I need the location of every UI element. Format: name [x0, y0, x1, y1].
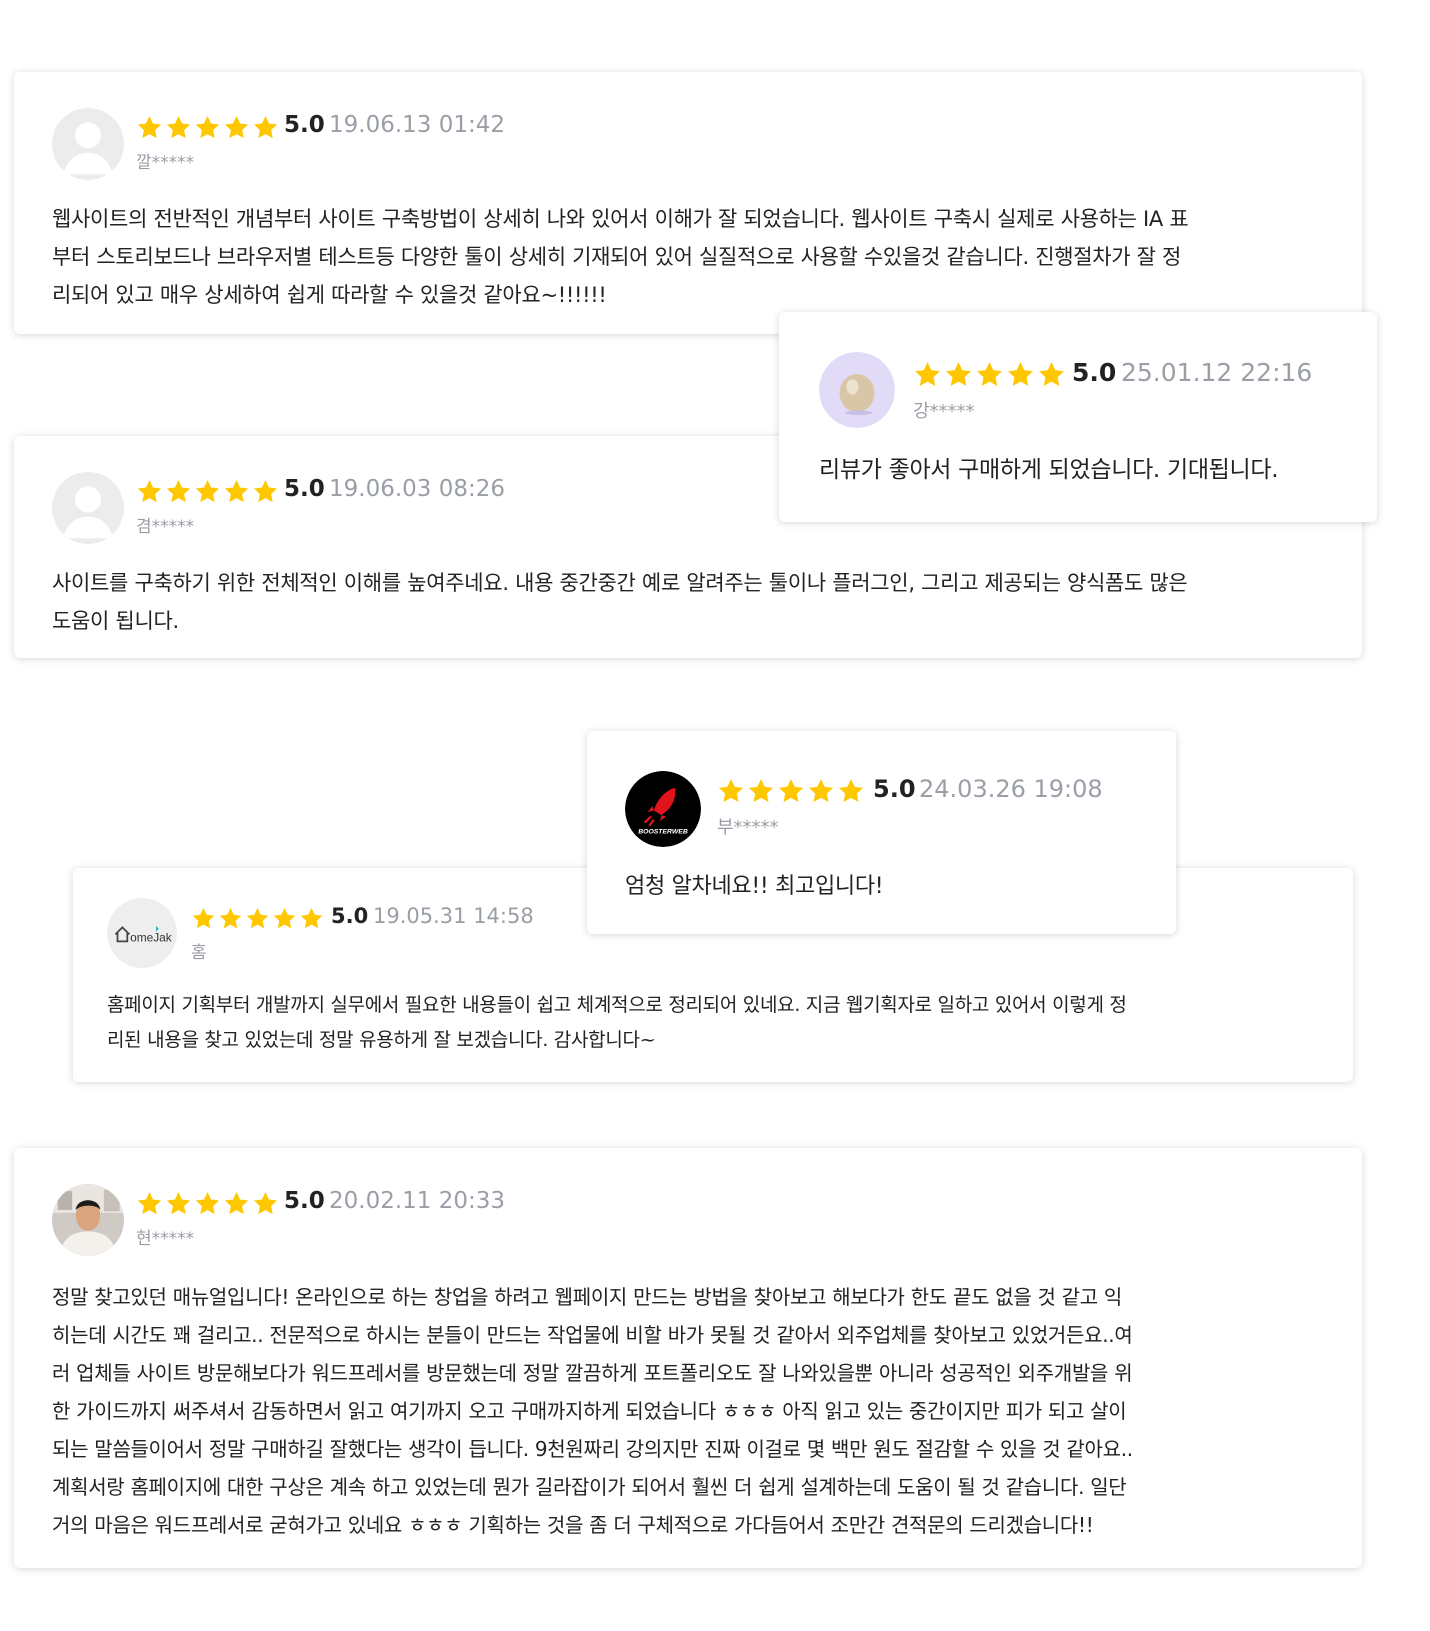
logo-text: omeJak: [130, 930, 172, 944]
star-rating: [913, 360, 1066, 389]
review-line: 리뷰가 좋아서 구매하게 되었습니다. 기대됩니다.: [819, 457, 1279, 483]
review-line: 한 가이드까지 써주셔서 감동하면서 읽고 여기까지 오고 구매까지하게 되었습…: [52, 1399, 1127, 1423]
review-date: 19.05.31 14:58: [373, 904, 534, 928]
star-icon: [136, 478, 163, 505]
avatar: omeJak: [107, 898, 177, 968]
star-icon: [1037, 360, 1066, 389]
review-line: 도움이 됩니다.: [52, 609, 179, 633]
star-icon: [194, 1190, 221, 1217]
star-icon: [944, 360, 973, 389]
default-avatar-icon: [52, 108, 124, 180]
avatar: [819, 352, 895, 428]
rating-score: 5.0: [284, 476, 325, 502]
review-line: 히는데 시간도 꽤 걸리고.. 전문적으로 하시는 분들이 만드는 작업물에 비…: [52, 1323, 1133, 1347]
review-text: 엄청 알차네요!! 최고입니다!: [625, 869, 884, 905]
star-icon: [223, 1190, 250, 1217]
review-card: 5.0 25.01.12 22:16 강***** 리뷰가 좋아서 구매하게 되…: [779, 312, 1377, 522]
star-icon: [807, 777, 835, 805]
review-card: BOOSTERWEB 5.0 24.03.26 19:08 부***** 엄청 …: [587, 731, 1176, 934]
rating-score: 5.0: [284, 1188, 325, 1214]
review-card: 5.0 19.06.13 01:42 깔***** 웹사이트의 전반적인 개념부…: [14, 72, 1362, 334]
review-date: 20.02.11 20:33: [329, 1188, 506, 1214]
avatar: BOOSTERWEB: [625, 771, 701, 847]
default-avatar-icon: [52, 472, 124, 544]
star-icon: [837, 777, 865, 805]
review-line: 되는 말씀들이어서 정말 구매하길 잘했다는 생각이 듭니다. 9천원짜리 강의…: [52, 1437, 1133, 1461]
rating-score: 5.0: [1072, 358, 1117, 387]
star-rating: [191, 906, 324, 931]
star-icon: [252, 114, 279, 141]
avatar: [52, 472, 124, 544]
reviewer-name: 현*****: [136, 1229, 195, 1249]
logo-text: BOOSTERWEB: [638, 828, 688, 835]
star-icon: [299, 906, 324, 931]
review-line: 홈페이지 기획부터 개발까지 실무에서 필요한 내용들이 쉽고 체계적으로 정리…: [107, 994, 1127, 1016]
review-date: 19.06.03 08:26: [329, 476, 506, 502]
review-date: 24.03.26 19:08: [919, 775, 1103, 803]
review-line: 거의 마음은 워드프레서로 굳혀가고 있네요 ㅎㅎㅎ 기획하는 것을 좀 더 구…: [52, 1513, 1094, 1537]
star-icon: [191, 906, 216, 931]
star-icon: [747, 777, 775, 805]
star-icon: [136, 114, 163, 141]
review-card: 5.0 20.02.11 20:33 현***** 정말 찾고있던 매뉴얼입니다…: [14, 1148, 1362, 1568]
boosterweb-logo: BOOSTERWEB: [625, 771, 701, 847]
star-icon: [194, 114, 221, 141]
review-date: 25.01.12 22:16: [1121, 358, 1313, 387]
star-icon: [717, 777, 745, 805]
star-icon: [223, 478, 250, 505]
user-photo: [52, 1184, 124, 1256]
star-rating: [136, 478, 279, 505]
rating-score: 5.0: [284, 112, 325, 138]
review-line: 부터 스토리보드나 브라우저별 테스트등 다양한 툴이 상세히 기재되어 있어 …: [52, 245, 1182, 269]
star-icon: [165, 478, 192, 505]
review-line: 사이트를 구축하기 위한 전체적인 이해를 높여주네요. 내용 중간중간 예로 …: [52, 571, 1188, 595]
star-icon: [218, 906, 243, 931]
review-date: 19.06.13 01:42: [329, 112, 506, 138]
review-text: 웹사이트의 전반적인 개념부터 사이트 구축방법이 상세히 나와 있어서 이해가…: [52, 200, 1189, 314]
star-icon: [913, 360, 942, 389]
star-icon: [272, 906, 297, 931]
star-icon: [1006, 360, 1035, 389]
reviewer-name: 홈: [191, 943, 207, 963]
review-line: 리된 내용을 찾고 있었는데 정말 유용하게 잘 보겠습니다. 감사합니다~: [107, 1029, 656, 1051]
review-line: 러 업체들 사이트 방문해보다가 워드프레서를 방문했는데 정말 깔끔하게 포트…: [52, 1361, 1133, 1385]
review-line: 엄청 알차네요!! 최고입니다!: [625, 874, 884, 899]
review-text: 정말 찾고있던 매뉴얼입니다! 온라인으로 하는 창업을 하려고 웹페이지 만드…: [52, 1278, 1133, 1544]
star-icon: [252, 478, 279, 505]
reviewer-name: 겸*****: [136, 517, 195, 537]
avatar: [52, 108, 124, 180]
star-icon: [223, 114, 250, 141]
review-line: 리되어 있고 매우 상세하여 쉽게 따라할 수 있을것 같아요~!!!!!!: [52, 283, 607, 307]
review-line: 웹사이트의 전반적인 개념부터 사이트 구축방법이 상세히 나와 있어서 이해가…: [52, 207, 1189, 231]
rating-score: 5.0: [331, 904, 369, 928]
star-icon: [165, 1190, 192, 1217]
homejak-logo: omeJak: [107, 898, 177, 968]
review-text: 리뷰가 좋아서 구매하게 되었습니다. 기대됩니다.: [819, 452, 1279, 488]
review-line: 계획서랑 홈페이지에 대한 구상은 계속 하고 있었는데 뭔가 길라잡이가 되어…: [52, 1475, 1127, 1499]
star-icon: [252, 1190, 279, 1217]
star-rating: [136, 1190, 279, 1217]
avatar: [52, 1184, 124, 1256]
egg-avatar-icon: [819, 352, 895, 428]
star-icon: [777, 777, 805, 805]
review-text: 사이트를 구축하기 위한 전체적인 이해를 높여주네요. 내용 중간중간 예로 …: [52, 564, 1188, 640]
star-icon: [194, 478, 221, 505]
star-icon: [975, 360, 1004, 389]
star-rating: [136, 114, 279, 141]
reviewer-name: 강*****: [913, 401, 975, 422]
rating-score: 5.0: [873, 775, 916, 803]
review-text: 홈페이지 기획부터 개발까지 실무에서 필요한 내용들이 쉽고 체계적으로 정리…: [107, 988, 1127, 1058]
reviewer-name: 부*****: [717, 817, 779, 838]
reviewer-name: 깔*****: [136, 153, 195, 173]
star-rating: [717, 777, 865, 805]
star-icon: [245, 906, 270, 931]
review-line: 정말 찾고있던 매뉴얼입니다! 온라인으로 하는 창업을 하려고 웹페이지 만드…: [52, 1285, 1122, 1309]
star-icon: [136, 1190, 163, 1217]
star-icon: [165, 114, 192, 141]
